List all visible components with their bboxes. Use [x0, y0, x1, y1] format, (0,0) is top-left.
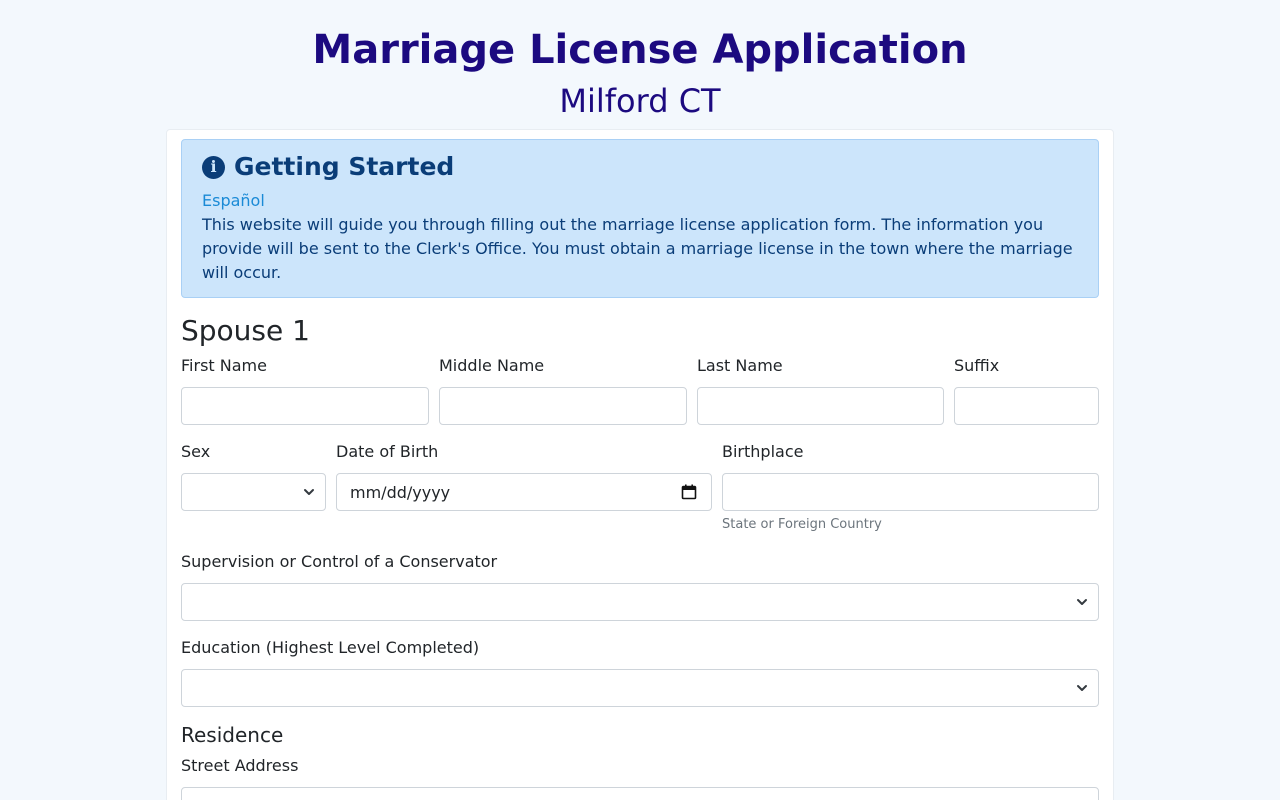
page-subtitle: Milford CT	[559, 82, 721, 120]
first-name-field[interactable]	[181, 387, 429, 425]
chevron-down-icon	[1077, 685, 1087, 691]
middle-name-field[interactable]	[439, 387, 687, 425]
alert-heading: i Getting Started	[202, 150, 454, 184]
info-circle-icon: i	[202, 155, 225, 179]
first-name-label: First Name	[181, 356, 267, 375]
street-address-label: Street Address	[181, 756, 299, 775]
calendar-icon[interactable]	[681, 484, 697, 500]
espanol-link[interactable]: Español	[202, 190, 265, 212]
suffix-field[interactable]	[954, 387, 1099, 425]
sex-label: Sex	[181, 442, 211, 461]
education-label: Education (Highest Level Completed)	[181, 638, 480, 657]
alert-text: This website will guide you through fill…	[202, 215, 1073, 282]
spouse-1-title: Spouse 1	[181, 314, 310, 347]
last-name-label: Last Name	[697, 356, 783, 375]
dob-label: Date of Birth	[336, 442, 439, 461]
chevron-down-icon	[304, 489, 314, 495]
conservator-select[interactable]	[181, 583, 1099, 621]
dob-field[interactable]: mm/dd/yyyy	[336, 473, 712, 511]
suffix-label: Suffix	[954, 356, 1000, 375]
residence-title: Residence	[181, 723, 284, 747]
birthplace-field[interactable]	[722, 473, 1099, 511]
birthplace-label: Birthplace	[722, 442, 804, 461]
alert-heading-text: Getting Started	[234, 152, 455, 181]
birthplace-help: State or Foreign Country	[722, 517, 882, 532]
sex-select[interactable]	[181, 473, 326, 511]
last-name-field[interactable]	[697, 387, 944, 425]
page-title: Marriage License Application	[312, 27, 968, 73]
getting-started-alert: i Getting Started Español This website w…	[181, 139, 1099, 298]
street-address-field[interactable]	[181, 787, 1099, 800]
chevron-down-icon	[1077, 599, 1087, 605]
conservator-label: Supervision or Control of a Conservator	[181, 552, 498, 571]
education-select[interactable]	[181, 669, 1099, 707]
middle-name-label: Middle Name	[439, 356, 545, 375]
dob-placeholder: mm/dd/yyyy	[350, 483, 451, 502]
